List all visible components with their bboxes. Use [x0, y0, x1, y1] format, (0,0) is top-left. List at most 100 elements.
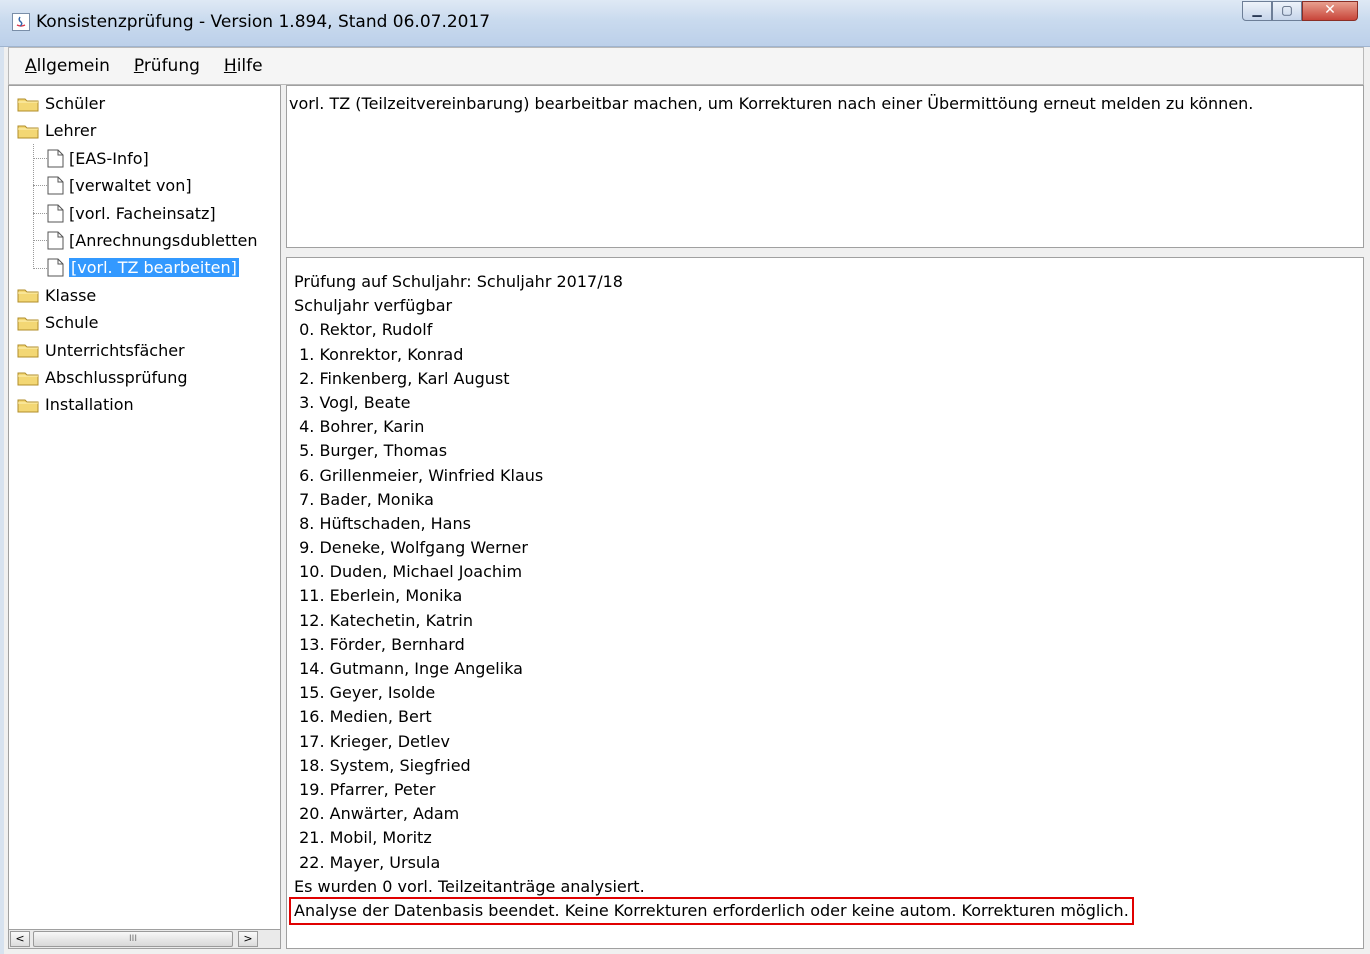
menu-label: llgemein [36, 56, 110, 76]
tree-item-label: [vorl. TZ bearbeiten] [68, 257, 240, 279]
tree-horizontal-scrollbar[interactable]: < III > [8, 929, 281, 949]
category-tree[interactable]: Schüler Lehrer [EAS-Info] [verwaltet von] [v… [8, 85, 281, 935]
log-line: Es wurden 0 vorl. Teilzeitanträge analys… [294, 876, 645, 896]
tree-item-label: Lehrer [45, 121, 97, 141]
grip-icon: III [129, 934, 137, 944]
log-line: 21. Mobil, Moritz [294, 828, 432, 848]
tree-item-label: Schüler [45, 94, 106, 113]
log-line: 8. Hüftschaden, Hans [294, 513, 471, 533]
tree-leaf-item[interactable]: [EAS-Info] [47, 145, 149, 172]
log-line: 17. Krieger, Detlev [294, 731, 450, 751]
log-line: 6. Grillenmeier, Winfried Klaus [294, 465, 544, 485]
menu-bar: Allgemein Prüfung Hilfe [8, 47, 1364, 85]
log-line: 18. System, Siegfried [294, 755, 471, 775]
tree-connector [33, 213, 47, 214]
log-line: 12. Katechetin, Katrin [294, 610, 474, 630]
folder-icon [17, 123, 45, 139]
chevron-right-icon: > [243, 932, 253, 945]
java-app-icon[interactable] [12, 13, 30, 31]
tree-item-label: Installation [45, 395, 134, 415]
log-final-line: Analyse der Datenbasis beendet. Keine Ko… [289, 896, 1363, 925]
log-line: Schuljahr verfügbar [294, 296, 453, 316]
menu-hilfe[interactable]: Hilfe [224, 56, 263, 76]
log-line: 11. Eberlein, Monika [294, 586, 463, 606]
minimize-icon: ▁ [1252, 3, 1262, 17]
description-text: vorl. TZ (Teilzeitvereinbarung) bearbeit… [289, 94, 1254, 113]
tree-leaf-item[interactable]: [vorl. TZ bearbeiten] [47, 254, 240, 281]
tree-item-label: Unterrichtsfächer [45, 340, 185, 360]
scroll-right-button[interactable]: > [238, 931, 258, 947]
maximize-icon: ▢ [1281, 3, 1293, 17]
tree-connector [33, 144, 34, 269]
tree-item-label: [EAS-Info] [69, 148, 149, 168]
log-line: 14. Gutmann, Inge Angelika [294, 659, 523, 678]
tree-item-label: [vorl. Facheinsatz] [69, 203, 216, 223]
log-output-panel[interactable]: Prüfung auf Schuljahr: Schuljahr 2017/18… [286, 257, 1364, 949]
tree-leaf-item[interactable]: [vorl. Facheinsatz] [47, 200, 216, 227]
document-icon [47, 258, 69, 277]
title-bar[interactable]: Konsistenzprüfung - Version 1.894, Stand… [0, 0, 1370, 47]
tree-folder-item[interactable]: Installation [17, 391, 134, 418]
log-line: 9. Deneke, Wolfgang Werner [294, 538, 528, 558]
folder-icon [17, 315, 45, 331]
description-panel[interactable]: vorl. TZ (Teilzeitvereinbarung) bearbeit… [286, 85, 1364, 248]
tree-leaf-item[interactable]: [verwaltet von] [47, 172, 192, 199]
tree-folder-item[interactable]: Schüler [17, 90, 105, 117]
log-line: 0. Rektor, Rudolf [294, 320, 433, 340]
tree-item-label: Abschlussprüfung [45, 368, 188, 387]
log-line: 20. Anwärter, Adam [294, 804, 460, 824]
document-icon [47, 149, 69, 168]
scroll-left-button[interactable]: < [10, 931, 30, 947]
document-icon [47, 176, 69, 195]
log-line: 15. Geyer, Isolde [294, 683, 436, 703]
menu-label: ilfe [236, 56, 263, 76]
log-line: 19. Pfarrer, Peter [294, 779, 436, 799]
folder-icon [17, 342, 45, 358]
folder-icon [17, 397, 45, 413]
log-line: 13. Förder, Bernhard [294, 634, 465, 654]
menu-mnemonic: A [25, 56, 37, 76]
tree-connector [33, 185, 47, 186]
window-title: Konsistenzprüfung - Version 1.894, Stand… [36, 12, 491, 32]
document-icon [47, 204, 69, 223]
log-line: 10. Duden, Michael Joachim [294, 562, 523, 582]
window-left-border [0, 46, 4, 954]
tree-item-label: Klasse [45, 285, 97, 305]
menu-mnemonic: P [133, 56, 144, 76]
log-line: 16. Medien, Bert [294, 707, 432, 727]
tree-folder-item[interactable]: Schule [17, 309, 99, 336]
folder-icon [17, 370, 45, 386]
log-line: 2. Finkenberg, Karl August [294, 368, 510, 388]
menu-mnemonic: H [223, 56, 237, 76]
folder-icon [17, 287, 45, 303]
log-line: 5. Burger, Thomas [294, 441, 448, 461]
tree-connector [33, 268, 47, 269]
tree-connector [33, 240, 47, 241]
menu-allgemein[interactable]: Allgemein [25, 56, 110, 76]
tree-item-label: Schule [45, 313, 99, 333]
maximize-button[interactable]: ▢ [1272, 1, 1302, 21]
tree-item-label: [Anrechnungsdubletten [69, 231, 258, 250]
tree-folder-item[interactable]: Unterrichtsfächer [17, 337, 185, 364]
highlighted-result: Analyse der Datenbasis beendet. Keine Ko… [289, 896, 1134, 925]
minimize-button[interactable]: ▁ [1242, 1, 1272, 21]
scrollbar-thumb[interactable]: III [33, 931, 233, 947]
log-line: 3. Vogl, Beate [294, 392, 411, 412]
folder-icon [17, 96, 45, 112]
tree-folder-item[interactable]: Klasse [17, 282, 96, 309]
menu-label: rüfung [143, 56, 200, 76]
window-controls: ▁ ▢ ✕ [1242, 1, 1358, 23]
chevron-left-icon: < [15, 932, 25, 945]
tree-leaf-item[interactable]: [Anrechnungsdubletten [47, 227, 258, 254]
log-line: 7. Bader, Monika [294, 489, 434, 509]
log-line: 22. Mayer, Ursula [294, 852, 441, 872]
close-button[interactable]: ✕ [1302, 1, 1358, 21]
document-icon [47, 231, 69, 250]
menu-pruefung[interactable]: Prüfung [134, 56, 200, 76]
close-icon: ✕ [1324, 2, 1336, 18]
tree-folder-item[interactable]: Abschlussprüfung [17, 364, 188, 391]
tree-folder-item[interactable]: Lehrer [17, 117, 96, 144]
panel-splitter[interactable] [286, 248, 1364, 256]
log-line: Prüfung auf Schuljahr: Schuljahr 2017/18 [294, 272, 623, 291]
tree-item-label: [verwaltet von] [69, 176, 192, 196]
